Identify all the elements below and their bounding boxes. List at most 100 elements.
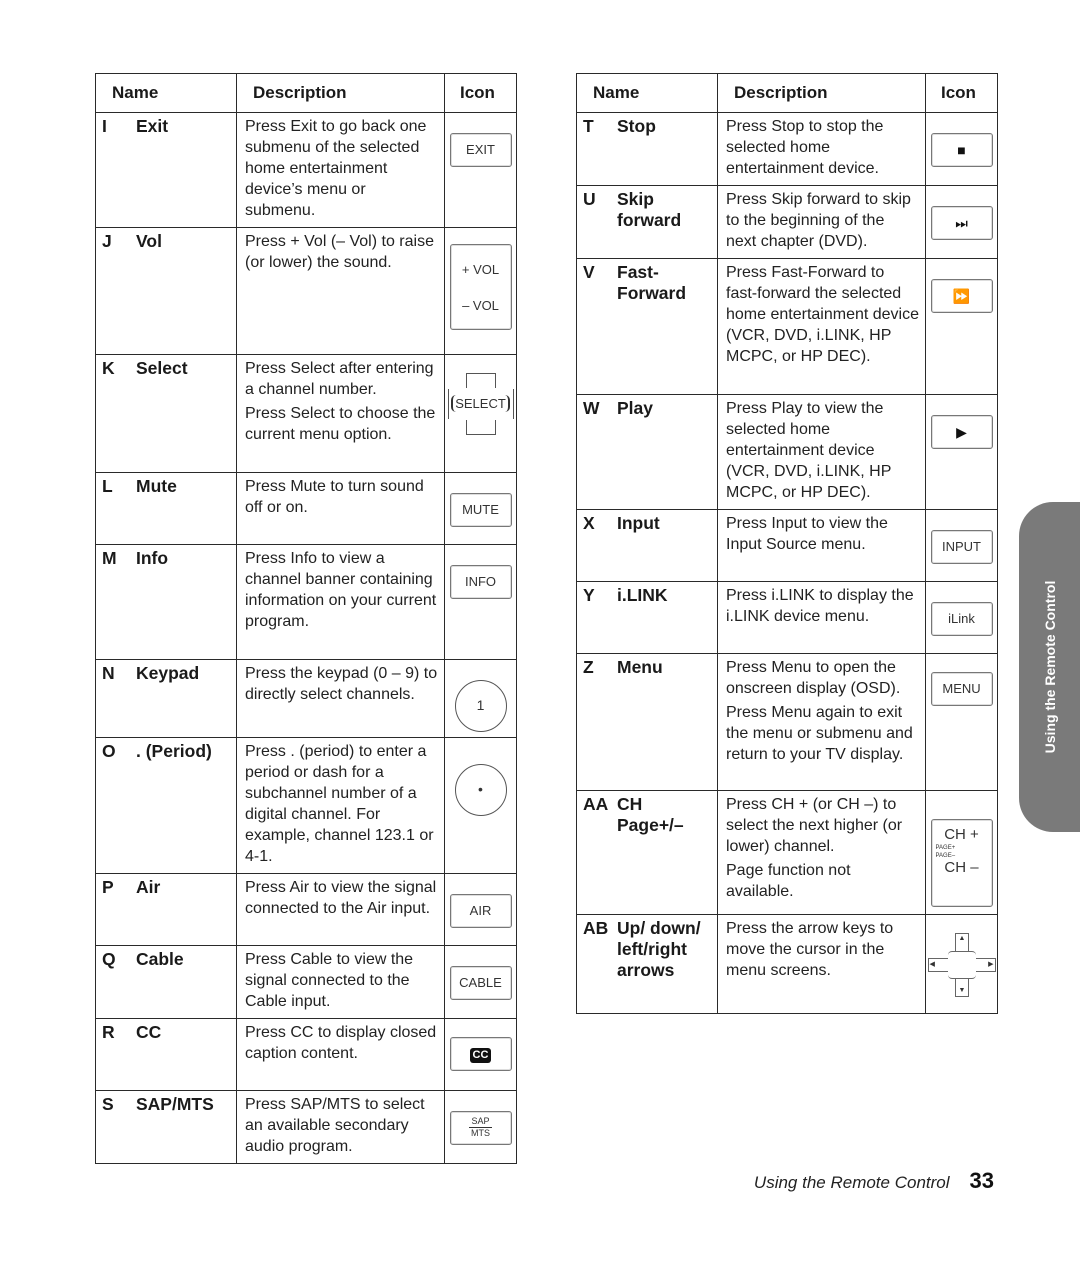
button-name-cell: X Input bbox=[576, 509, 718, 582]
description-text: Press CH + (or CH –) to select the next … bbox=[726, 796, 903, 855]
table-row: AB Up/ down/ left/right arrows Press the a… bbox=[576, 914, 998, 1014]
volume-down-label: – VOL bbox=[462, 297, 499, 313]
icon-glyph: ⏩ bbox=[952, 288, 971, 304]
icon-cell: + VOL – VOL bbox=[444, 227, 517, 355]
table-header-row: Name Description Icon bbox=[576, 73, 998, 113]
description-text: Press Play to view the selected home ent… bbox=[726, 400, 892, 501]
button-name: . (Period) bbox=[136, 741, 212, 761]
icon-frame: CC bbox=[449, 1037, 512, 1071]
table-row: P Air Press Air to view the signal connect… bbox=[95, 873, 517, 946]
button-name: Skip forward bbox=[617, 189, 682, 230]
closed-caption-button-icon: CC bbox=[449, 1037, 512, 1071]
description-text: Press Menu to open the onscreen display … bbox=[726, 659, 901, 697]
select-label-wrap: SELECT bbox=[448, 389, 514, 419]
icon-cell: ⏩ bbox=[925, 258, 998, 395]
callout-letter: K bbox=[102, 358, 115, 378]
select-label: SELECT bbox=[451, 395, 510, 412]
button-name-cell: U Skip forward bbox=[576, 185, 718, 259]
description-cell: Press . (period) to enter a period or da… bbox=[236, 737, 445, 874]
description-cell: Press Stop to stop the selected home ent… bbox=[717, 112, 926, 186]
header-description: Description bbox=[717, 73, 926, 113]
callout-letter: Q bbox=[102, 949, 116, 969]
table-row: R CC Press CC to display closed caption co… bbox=[95, 1018, 517, 1091]
description-text: Press Input to view the Input Source men… bbox=[726, 515, 888, 553]
description-cell: Press Info to view a channel banner cont… bbox=[236, 544, 445, 660]
description-text: Press Stop to stop the selected home ent… bbox=[726, 118, 884, 177]
description-text: Press SAP/MTS to select an available sec… bbox=[245, 1096, 425, 1155]
icon-label: EXIT bbox=[449, 133, 512, 167]
description-cell: Press Fast-Forward to fast-forward the s… bbox=[717, 258, 926, 395]
ilink-button-icon: iLink bbox=[930, 602, 993, 636]
period-button-icon: • bbox=[454, 764, 507, 816]
description-text: Press the keypad (0 – 9) to directly sel… bbox=[245, 665, 438, 703]
header-icon: Icon bbox=[444, 73, 517, 113]
callout-letter: Z bbox=[583, 657, 594, 677]
icon-frame: ■ bbox=[930, 133, 993, 167]
header-name: Name bbox=[576, 73, 718, 113]
button-name-cell: AA CH Page+/– bbox=[576, 790, 718, 915]
description-cell: Press CH + (or CH –) to select the next … bbox=[717, 790, 926, 915]
button-name: Air bbox=[136, 877, 161, 897]
description-text: Press i.LINK to display the i.LINK devic… bbox=[726, 587, 914, 625]
description-text: Press + Vol (– Vol) to raise (or lower) … bbox=[245, 233, 434, 271]
description-cell: Press Skip forward to skip to the beginn… bbox=[717, 185, 926, 259]
exit-button-icon: EXIT bbox=[449, 133, 512, 167]
button-name: Exit bbox=[136, 116, 169, 136]
cc-badge: CC bbox=[469, 1048, 492, 1063]
button-name-cell: S SAP/MTS bbox=[95, 1090, 237, 1164]
table-row: W Play Press Play to view the selected hom… bbox=[576, 394, 998, 510]
description-cell: Press the keypad (0 – 9) to directly sel… bbox=[236, 659, 445, 738]
description-text: Press Select after entering a channel nu… bbox=[245, 360, 434, 398]
description-cell: Press Air to view the signal connected t… bbox=[236, 873, 445, 946]
select-button-icon: SELECT bbox=[447, 373, 514, 439]
icon-label: • bbox=[454, 764, 507, 816]
callout-letter: V bbox=[583, 262, 595, 282]
table-row: O . (Period) Press . (period) to enter a p… bbox=[95, 737, 517, 874]
icon-cell: • bbox=[444, 737, 517, 874]
air-button-icon: AIR bbox=[449, 894, 512, 928]
icon-cell: INPUT bbox=[925, 509, 998, 582]
icon-frame: SAP MTS bbox=[449, 1111, 512, 1145]
button-name: Stop bbox=[617, 116, 656, 136]
icon-glyph: ■ bbox=[957, 142, 966, 158]
description-text: Press CC to display closed caption conte… bbox=[245, 1024, 437, 1062]
button-name: CH Page+/– bbox=[617, 794, 684, 835]
button-name: Mute bbox=[136, 476, 177, 496]
description-cell: Press i.LINK to display the i.LINK devic… bbox=[717, 581, 926, 654]
icon-cell: iLink bbox=[925, 581, 998, 654]
page-number: 33 bbox=[969, 1168, 994, 1193]
description-text: Press Cable to view the signal connected… bbox=[245, 951, 414, 1010]
icon-label: MUTE bbox=[449, 493, 512, 527]
header-name: Name bbox=[95, 73, 237, 113]
page-up-label: PAGE+ bbox=[935, 845, 956, 851]
button-name: Vol bbox=[136, 231, 162, 251]
button-name-cell: T Stop bbox=[576, 112, 718, 186]
chapter-side-tab: Using the Remote Control bbox=[1019, 502, 1080, 832]
icon-cell: CH + PAGE+ PAGE– CH – bbox=[925, 790, 998, 915]
table-row: T Stop Press Stop to stop the selected hom… bbox=[576, 112, 998, 186]
arrow-cross-shape: ▲ ▼ ◀ ▶ bbox=[927, 933, 996, 997]
table-row: M Info Press Info to view a channel banner… bbox=[95, 544, 517, 660]
icon-cell: ▲ ▼ ◀ ▶ bbox=[925, 914, 998, 1014]
table-row: Q Cable Press Cable to view the signal con… bbox=[95, 945, 517, 1019]
button-name-cell: W Play bbox=[576, 394, 718, 510]
header-description: Description bbox=[236, 73, 445, 113]
table-row: U Skip forward Press Skip forward to skip … bbox=[576, 185, 998, 259]
icon-cell: INFO bbox=[444, 544, 517, 660]
button-name: Fast-Forward bbox=[617, 262, 687, 303]
icon-cell: EXIT bbox=[444, 112, 517, 228]
remote-buttons-table-left: Name Description Icon I Exit Press Exit to… bbox=[95, 73, 517, 1164]
description-text: Press Fast-Forward to fast-forward the s… bbox=[726, 264, 919, 365]
select-cross-shape: SELECT bbox=[447, 373, 514, 435]
button-name-cell: I Exit bbox=[95, 112, 237, 228]
button-name-cell: O . (Period) bbox=[95, 737, 237, 874]
callout-letter: P bbox=[102, 877, 114, 897]
fast-forward-button-icon: ⏩ bbox=[930, 279, 993, 313]
icon-cell: CC bbox=[444, 1018, 517, 1091]
icon-cell: SAP MTS bbox=[444, 1090, 517, 1164]
description-cell: Press Select after entering a channel nu… bbox=[236, 354, 445, 473]
button-name-cell: P Air bbox=[95, 873, 237, 946]
cross-center bbox=[947, 951, 976, 979]
table-row: X Input Press Input to view the Input Sour… bbox=[576, 509, 998, 582]
table-row: N Keypad Press the keypad (0 – 9) to direc… bbox=[95, 659, 517, 738]
